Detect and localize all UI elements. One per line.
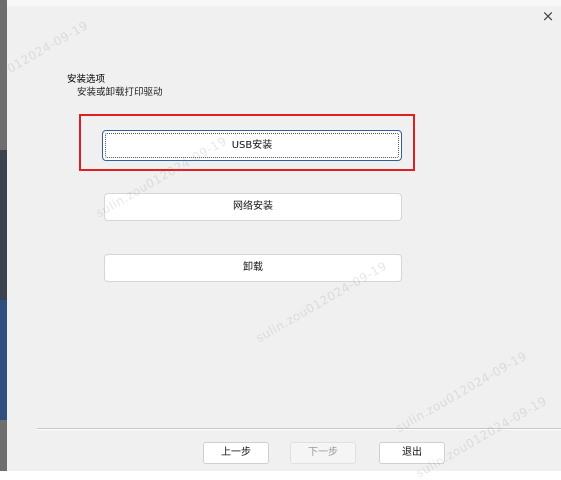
focus-ring	[105, 133, 399, 158]
network-install-label: 网络安装	[233, 201, 273, 212]
previous-button[interactable]: 上一步	[203, 442, 269, 464]
close-icon[interactable]: ×	[539, 7, 557, 25]
page-subtitle: 安装或卸载打印驱动	[77, 87, 163, 98]
next-button[interactable]: 下一步	[290, 442, 356, 464]
page-title: 安装选项	[67, 74, 106, 85]
desktop-strip-blue	[0, 300, 7, 420]
usb-install-button[interactable]: USB安装	[102, 130, 402, 161]
background-desktop-strip	[0, 0, 7, 471]
desktop-strip-dark	[0, 150, 7, 300]
uninstall-label: 卸载	[243, 262, 263, 273]
window-topbar	[7, 0, 561, 6]
installer-window: × 安装选项 安装或卸载打印驱动 USB安装 网络安装 卸载 上一步 下一步 退…	[4, 0, 561, 480]
network-install-button[interactable]: 网络安装	[104, 193, 402, 221]
watermark-text: 012024-09-19	[4, 18, 91, 76]
